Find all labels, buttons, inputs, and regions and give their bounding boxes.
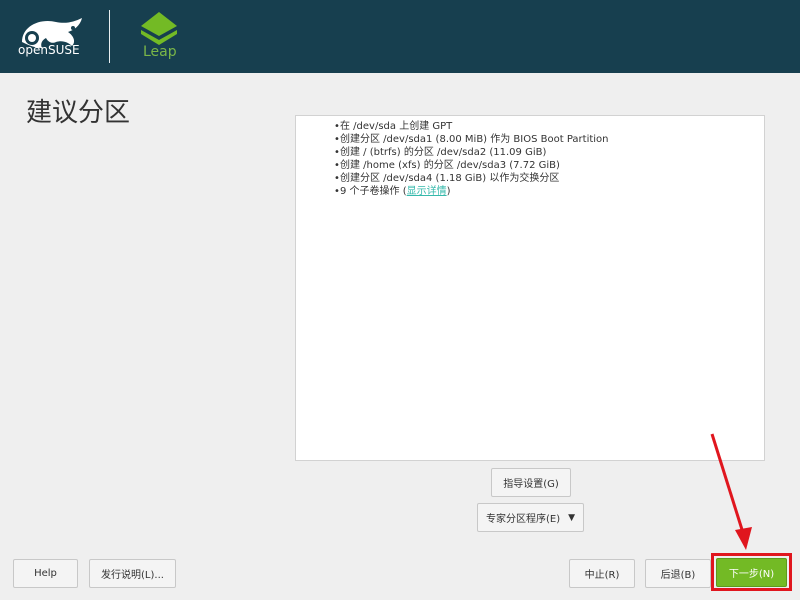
expert-partitioner-button[interactable]: 专家分区程序(E) ▼ [477,503,584,532]
product-name: Leap [143,44,177,60]
list-item: •创建分区 /dev/sda4 (1.18 GiB) 以作为交换分区 [334,173,560,184]
leap-logo-icon [141,12,177,45]
header-bar: openSUSE Leap [0,0,800,73]
list-item: •创建 / (btrfs) 的分区 /dev/sda2 (11.09 GiB) [334,147,547,158]
chevron-down-icon: ▼ [568,512,576,523]
brand-name: openSUSE [18,43,80,57]
list-item: •创建分区 /dev/sda1 (8.00 MiB) 作为 BIOS Boot … [334,134,609,145]
partition-action-list: •在 /dev/sda 上创建 GPT •创建分区 /dev/sda1 (8.0… [334,120,609,198]
partition-summary: •在 /dev/sda 上创建 GPT •创建分区 /dev/sda1 (8.0… [295,115,765,461]
next-button[interactable]: 下一步(N) [716,558,787,587]
list-item: •创建 /home (xfs) 的分区 /dev/sda3 (7.72 GiB) [334,160,560,171]
abort-button[interactable]: 中止(R) [569,559,635,588]
list-item: •9 个子卷操作 (显示详情) [334,186,451,197]
list-item: •在 /dev/sda 上创建 GPT [334,121,453,132]
guided-setup-button[interactable]: 指导设置(G) [491,468,571,497]
show-details-link[interactable]: 显示详情 [407,186,447,197]
release-notes-button[interactable]: 发行说明(L)... [89,559,176,588]
red-arrow-annotation [710,433,752,550]
back-button[interactable]: 后退(B) [645,559,711,588]
header-divider [109,10,110,63]
page-title: 建议分区 [26,98,131,128]
help-button[interactable]: Help [13,559,78,588]
